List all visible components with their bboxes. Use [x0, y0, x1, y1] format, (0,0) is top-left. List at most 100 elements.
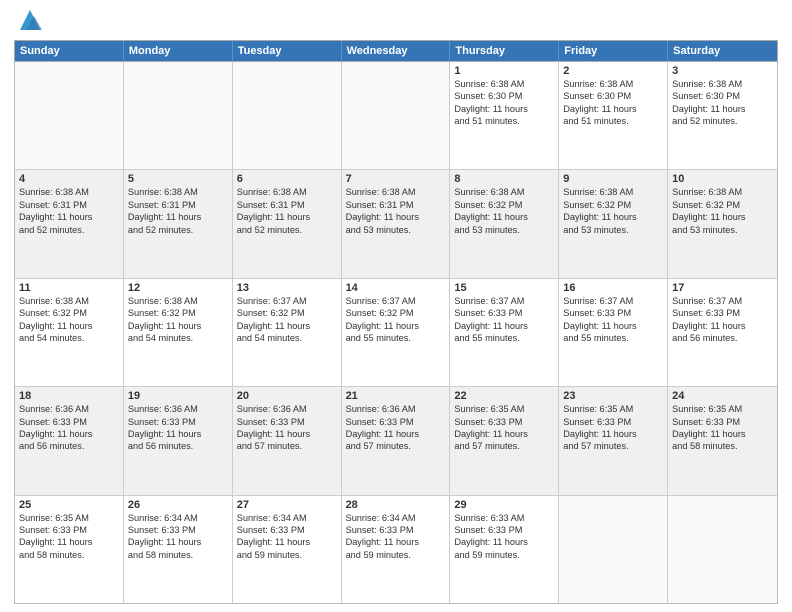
cell-line: Daylight: 11 hours — [563, 320, 663, 332]
cell-line: Sunset: 6:31 PM — [128, 199, 228, 211]
day-number: 11 — [19, 282, 119, 294]
cell-line: Daylight: 11 hours — [454, 103, 554, 115]
cell-line: Sunset: 6:32 PM — [454, 199, 554, 211]
day-number: 28 — [346, 499, 446, 511]
day-number: 8 — [454, 173, 554, 185]
calendar-cell — [342, 62, 451, 169]
calendar-cell — [559, 496, 668, 603]
cell-line: and 56 minutes. — [128, 440, 228, 452]
cell-line: Sunrise: 6:36 AM — [128, 403, 228, 415]
cell-line: and 53 minutes. — [346, 224, 446, 236]
cell-line: and 52 minutes. — [237, 224, 337, 236]
day-number: 23 — [563, 390, 663, 402]
calendar-body: 1Sunrise: 6:38 AMSunset: 6:30 PMDaylight… — [14, 62, 778, 604]
cell-line: Daylight: 11 hours — [19, 428, 119, 440]
cell-line: Daylight: 11 hours — [454, 211, 554, 223]
calendar-cell: 24Sunrise: 6:35 AMSunset: 6:33 PMDayligh… — [668, 387, 777, 494]
cell-line: Sunset: 6:32 PM — [346, 307, 446, 319]
calendar-cell: 10Sunrise: 6:38 AMSunset: 6:32 PMDayligh… — [668, 170, 777, 277]
calendar-cell: 1Sunrise: 6:38 AMSunset: 6:30 PMDaylight… — [450, 62, 559, 169]
cell-line: and 53 minutes. — [563, 224, 663, 236]
cell-line: Sunset: 6:32 PM — [128, 307, 228, 319]
day-number: 29 — [454, 499, 554, 511]
cell-line: Sunset: 6:33 PM — [128, 416, 228, 428]
cell-line: Sunrise: 6:37 AM — [237, 295, 337, 307]
cell-line: and 58 minutes. — [672, 440, 773, 452]
cell-line: Sunrise: 6:36 AM — [237, 403, 337, 415]
calendar-cell — [233, 62, 342, 169]
cell-line: Sunrise: 6:34 AM — [128, 512, 228, 524]
day-number: 17 — [672, 282, 773, 294]
calendar-row: 18Sunrise: 6:36 AMSunset: 6:33 PMDayligh… — [15, 387, 777, 495]
cell-line: Sunset: 6:32 PM — [672, 199, 773, 211]
calendar-row: 1Sunrise: 6:38 AMSunset: 6:30 PMDaylight… — [15, 62, 777, 170]
weekday-header: Sunday — [15, 41, 124, 61]
cell-line: Daylight: 11 hours — [19, 536, 119, 548]
day-number: 18 — [19, 390, 119, 402]
cell-line: Sunrise: 6:37 AM — [672, 295, 773, 307]
cell-line: Sunset: 6:33 PM — [346, 416, 446, 428]
cell-line: Sunrise: 6:36 AM — [346, 403, 446, 415]
cell-line: Sunrise: 6:37 AM — [454, 295, 554, 307]
cell-line: Sunrise: 6:38 AM — [563, 186, 663, 198]
calendar-cell — [124, 62, 233, 169]
calendar-cell: 20Sunrise: 6:36 AMSunset: 6:33 PMDayligh… — [233, 387, 342, 494]
calendar-cell: 23Sunrise: 6:35 AMSunset: 6:33 PMDayligh… — [559, 387, 668, 494]
cell-line: Sunset: 6:33 PM — [672, 307, 773, 319]
cell-line: Sunrise: 6:38 AM — [237, 186, 337, 198]
cell-line: Daylight: 11 hours — [563, 103, 663, 115]
cell-line: Sunset: 6:32 PM — [237, 307, 337, 319]
cell-line: Sunrise: 6:38 AM — [346, 186, 446, 198]
calendar-cell: 4Sunrise: 6:38 AMSunset: 6:31 PMDaylight… — [15, 170, 124, 277]
cell-line: and 59 minutes. — [454, 549, 554, 561]
day-number: 27 — [237, 499, 337, 511]
weekday-header: Thursday — [450, 41, 559, 61]
day-number: 26 — [128, 499, 228, 511]
weekday-header: Saturday — [668, 41, 777, 61]
cell-line: and 58 minutes. — [19, 549, 119, 561]
day-number: 19 — [128, 390, 228, 402]
calendar: SundayMondayTuesdayWednesdayThursdayFrid… — [14, 40, 778, 604]
day-number: 24 — [672, 390, 773, 402]
cell-line: Sunset: 6:31 PM — [346, 199, 446, 211]
cell-line: Sunset: 6:30 PM — [672, 90, 773, 102]
weekday-header: Monday — [124, 41, 233, 61]
calendar-header: SundayMondayTuesdayWednesdayThursdayFrid… — [14, 40, 778, 62]
cell-line: and 54 minutes. — [128, 332, 228, 344]
cell-line: Daylight: 11 hours — [237, 320, 337, 332]
cell-line: Sunrise: 6:38 AM — [454, 186, 554, 198]
weekday-header: Tuesday — [233, 41, 342, 61]
cell-line: Sunrise: 6:38 AM — [672, 78, 773, 90]
logo-icon — [16, 6, 44, 34]
calendar-cell: 18Sunrise: 6:36 AMSunset: 6:33 PMDayligh… — [15, 387, 124, 494]
calendar-cell: 29Sunrise: 6:33 AMSunset: 6:33 PMDayligh… — [450, 496, 559, 603]
cell-line: Daylight: 11 hours — [128, 536, 228, 548]
cell-line: and 56 minutes. — [672, 332, 773, 344]
cell-line: and 52 minutes. — [128, 224, 228, 236]
day-number: 6 — [237, 173, 337, 185]
day-number: 1 — [454, 65, 554, 77]
calendar-cell: 12Sunrise: 6:38 AMSunset: 6:32 PMDayligh… — [124, 279, 233, 386]
calendar-cell — [668, 496, 777, 603]
day-number: 16 — [563, 282, 663, 294]
calendar-cell: 9Sunrise: 6:38 AMSunset: 6:32 PMDaylight… — [559, 170, 668, 277]
cell-line: Daylight: 11 hours — [454, 320, 554, 332]
logo — [14, 10, 44, 34]
cell-line: and 56 minutes. — [19, 440, 119, 452]
cell-line: Sunrise: 6:38 AM — [19, 295, 119, 307]
cell-line: Sunrise: 6:38 AM — [454, 78, 554, 90]
cell-line: Sunrise: 6:36 AM — [19, 403, 119, 415]
calendar-row: 11Sunrise: 6:38 AMSunset: 6:32 PMDayligh… — [15, 279, 777, 387]
calendar-cell: 8Sunrise: 6:38 AMSunset: 6:32 PMDaylight… — [450, 170, 559, 277]
calendar-row: 4Sunrise: 6:38 AMSunset: 6:31 PMDaylight… — [15, 170, 777, 278]
calendar-cell: 15Sunrise: 6:37 AMSunset: 6:33 PMDayligh… — [450, 279, 559, 386]
cell-line: and 58 minutes. — [128, 549, 228, 561]
calendar-cell: 17Sunrise: 6:37 AMSunset: 6:33 PMDayligh… — [668, 279, 777, 386]
cell-line: Sunrise: 6:38 AM — [128, 295, 228, 307]
cell-line: Sunset: 6:32 PM — [19, 307, 119, 319]
cell-line: Sunrise: 6:33 AM — [454, 512, 554, 524]
cell-line: Daylight: 11 hours — [128, 320, 228, 332]
calendar-cell: 19Sunrise: 6:36 AMSunset: 6:33 PMDayligh… — [124, 387, 233, 494]
cell-line: Daylight: 11 hours — [237, 428, 337, 440]
cell-line: and 54 minutes. — [19, 332, 119, 344]
